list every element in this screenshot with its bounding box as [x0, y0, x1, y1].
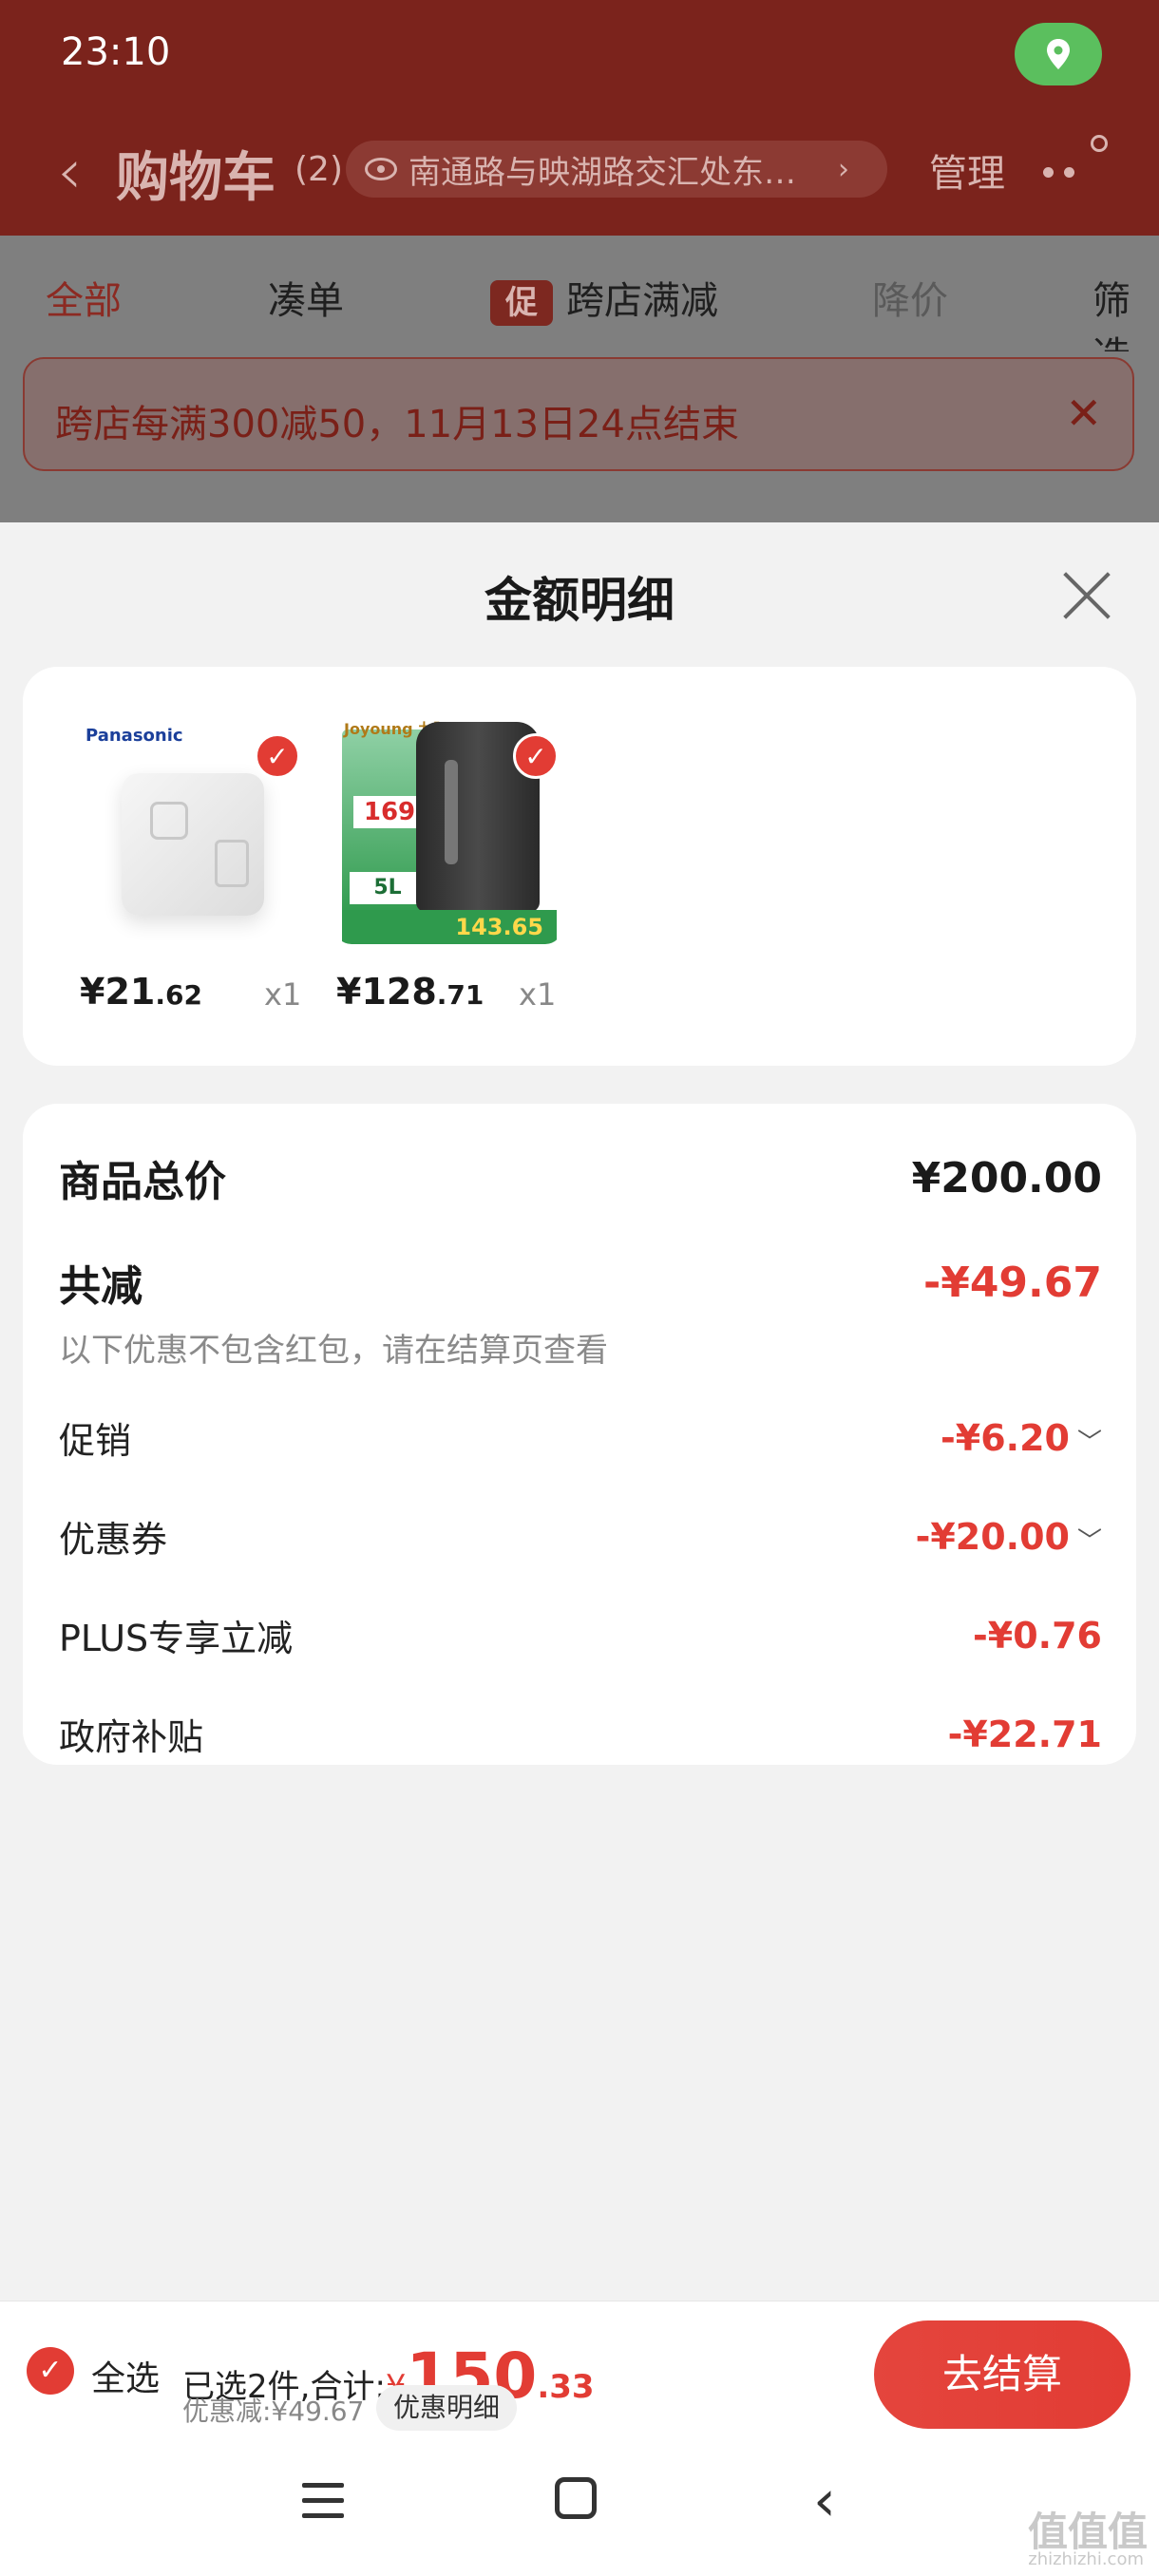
product-image: Panasonic ✓: [76, 716, 304, 944]
page-title: 购物车: [116, 147, 276, 209]
recent-apps-icon[interactable]: [302, 2483, 344, 2519]
back-icon[interactable]: ‹: [813, 2468, 836, 2534]
discount-row-promo[interactable]: 促销 -¥6.20 ﹀: [59, 1411, 1102, 1464]
select-all-label[interactable]: 全选: [91, 2351, 160, 2400]
power-strip-image: [122, 773, 264, 916]
address-selector[interactable]: 南通路与映湖路交汇处东… ›: [346, 141, 887, 198]
banner-area: 跨店每满300减50，11月13日24点结束 ✕: [0, 351, 1159, 522]
system-nav-bar: ‹: [0, 2441, 1159, 2576]
eye-icon: [365, 158, 397, 180]
product-item[interactable]: 169 5L Joyoung 九阳 143.65 ✓: [334, 716, 562, 944]
product-image: 169 5L Joyoung 九阳 143.65 ✓: [334, 716, 562, 944]
discount-detail-button[interactable]: 优惠明细: [376, 2385, 518, 2431]
more-options-icon[interactable]: [1043, 135, 1110, 192]
address-text: 南通路与映湖路交汇处东…: [408, 153, 796, 192]
product-quantity: x1: [264, 976, 302, 1013]
promo-badge-icon: 促: [490, 280, 553, 326]
products-card: Panasonic ✓ ¥21.62 x1 169 5L Joyoung 九阳 …: [23, 667, 1136, 1066]
selected-check-icon[interactable]: ✓: [255, 733, 300, 779]
summary-card: 商品总价 ¥200.00 共减 -¥49.67 以下优惠不包含红包，请在结算页查…: [23, 1104, 1136, 1765]
checkout-bar: ✓ 全选 已选2件,合计:¥150.33 优惠减:¥49.67 优惠明细 去结算: [0, 2301, 1159, 2441]
total-value: ¥200.00: [911, 1153, 1102, 1203]
cart-header: ‹ 购物车 (2) 南通路与映湖路交汇处东… › 管理: [0, 114, 1159, 236]
saved-amount: 优惠减:¥49.67: [182, 2396, 365, 2427]
promo-banner: 跨店每满300减50，11月13日24点结束 ✕: [23, 357, 1134, 471]
banner-close-icon[interactable]: ✕: [1065, 388, 1102, 439]
discount-row-coupon[interactable]: 优惠券 -¥20.00 ﹀: [59, 1510, 1102, 1563]
checkout-button[interactable]: 去结算: [874, 2320, 1130, 2429]
status-time: 23:10: [61, 30, 171, 74]
discount-label: 共减: [59, 1262, 142, 1311]
tab-all[interactable]: 全部: [46, 270, 122, 325]
location-indicator: [1015, 23, 1102, 85]
discount-row-subsidy: 政府补贴 -¥22.71: [59, 1713, 1102, 1759]
sheet-title: 金额明细: [484, 573, 674, 628]
discount-note: 以下优惠不包含红包，请在结算页查看: [59, 1332, 608, 1370]
product-price: ¥21.62: [80, 971, 202, 1013]
selected-check-icon[interactable]: ✓: [513, 733, 559, 779]
chevron-right-icon: ›: [838, 152, 849, 186]
capacity-label: 5L: [350, 872, 426, 904]
discount-row-plus: PLUS专享立减 -¥0.76: [59, 1614, 1102, 1660]
badge-price: 169: [353, 796, 426, 828]
filter-tabs: 全部 凑单 促跨店满减 降价 筛选: [0, 236, 1159, 378]
manage-button[interactable]: 管理: [929, 142, 1005, 198]
location-pin-icon: [1047, 39, 1070, 69]
status-bar: 23:10: [0, 0, 1159, 114]
select-all-check-icon[interactable]: ✓: [27, 2347, 74, 2395]
total-label: 商品总价: [59, 1158, 226, 1206]
cart-count: (2): [294, 150, 343, 189]
tab-cross-store-label: 跨店满减: [566, 279, 718, 323]
tab-price-drop[interactable]: 降价: [872, 270, 948, 325]
chevron-down-icon: ﹀: [1076, 1526, 1102, 1556]
discount-value: -¥49.67: [922, 1258, 1102, 1307]
product-quantity: x1: [519, 976, 557, 1013]
watermark-sub: zhizhizhi.com: [1028, 2549, 1144, 2569]
brand-logo: Panasonic: [86, 726, 183, 746]
amount-detail-sheet: 金额明细 Panasonic ✓ ¥21.62 x1 169 5L Joyoun…: [0, 522, 1159, 2301]
tab-cross-store[interactable]: 促跨店满减: [490, 270, 718, 326]
product-item[interactable]: Panasonic ✓: [76, 716, 304, 944]
chevron-down-icon: ﹀: [1076, 1428, 1102, 1457]
product-price: ¥128.71: [336, 971, 484, 1013]
home-icon[interactable]: [555, 2477, 597, 2519]
tab-bundle[interactable]: 凑单: [268, 270, 344, 325]
promo-price-strip: 143.65: [342, 910, 557, 944]
back-chevron-icon[interactable]: ‹: [57, 135, 82, 208]
close-icon[interactable]: [1062, 570, 1112, 619]
banner-text: 跨店每满300减50，11月13日24点结束: [55, 403, 739, 446]
